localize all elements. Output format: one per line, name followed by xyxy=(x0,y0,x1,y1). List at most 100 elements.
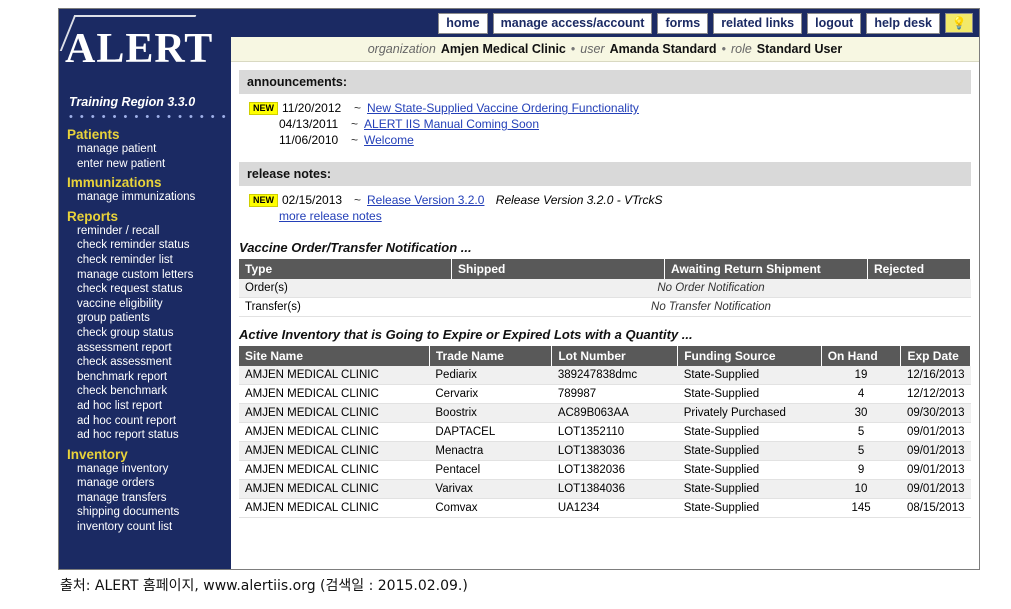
cell-site-name: AMJEN MEDICAL CLINIC xyxy=(239,422,430,442)
cell-lot-number: LOT1352110 xyxy=(551,422,678,442)
cell-trade-name: DAPTACEL xyxy=(429,422,552,442)
cell-lot-number: 789987 xyxy=(551,384,678,404)
table-row: AMJEN MEDICAL CLINIC Varivax LOT1384036 … xyxy=(239,479,971,499)
column-funding-source: Funding Source xyxy=(677,346,822,366)
column-awaiting-return-shipment: Awaiting Return Shipment xyxy=(664,259,868,279)
cell-exp-date: 12/12/2013 xyxy=(900,384,971,404)
role-value: Standard User xyxy=(756,42,843,56)
sidebar-item-benchmark-report[interactable]: benchmark report xyxy=(77,370,231,385)
announcements-panel: NEW 11/20/2012 ~ New State-Supplied Vaccine… xyxy=(239,94,971,154)
cell-on-hand: 5 xyxy=(821,441,901,461)
cell-exp-date: 09/01/2013 xyxy=(900,422,971,442)
sidebar-item-check-reminder-list[interactable]: check reminder list xyxy=(77,253,231,268)
nav-help-desk[interactable]: help desk xyxy=(866,12,940,34)
table-row: Transfer(s) No Transfer Notification xyxy=(239,297,971,317)
column-exp-date: Exp Date xyxy=(900,346,971,366)
cell-type: Order(s) xyxy=(239,279,452,298)
cell-funding-source: State-Supplied xyxy=(677,422,822,442)
sidebar: ALERT Training Region 3.3.0 • • • • • • … xyxy=(59,9,231,569)
announcement-link[interactable]: Welcome xyxy=(364,133,414,147)
sidebar-item-shipping-documents[interactable]: shipping documents xyxy=(77,505,231,520)
column-site-name: Site Name xyxy=(239,346,430,366)
context-bar: organization Amjen Medical Clinic • user… xyxy=(231,37,979,62)
column-on-hand: On Hand xyxy=(821,346,902,366)
cell-on-hand: 19 xyxy=(821,366,901,385)
nav-manage-access-account[interactable]: manage access/account xyxy=(492,12,653,34)
announcement-row: 04/13/2011 ~ ALERT IIS Manual Coming Soon xyxy=(249,116,971,132)
new-badge: NEW xyxy=(249,102,278,116)
cell-site-name: AMJEN MEDICAL CLINIC xyxy=(239,403,430,423)
sidebar-item-manage-patient[interactable]: manage patient xyxy=(77,142,231,157)
sidebar-item-manage-inventory[interactable]: manage inventory xyxy=(77,462,231,477)
sidebar-item-reminder-recall[interactable]: reminder / recall xyxy=(77,224,231,239)
cell-exp-date: 08/15/2013 xyxy=(900,498,971,518)
sidebar-item-ad-hoc-list-report[interactable]: ad hoc list report xyxy=(77,399,231,414)
separator-2: • xyxy=(721,42,726,56)
announcement-row: 11/06/2010 ~ Welcome xyxy=(249,132,971,148)
table-row: Order(s) No Order Notification xyxy=(239,279,971,298)
cell-funding-source: Privately Purchased xyxy=(677,403,822,423)
sidebar-item-manage-custom-letters[interactable]: manage custom letters xyxy=(77,268,231,283)
announcements-header: announcements: xyxy=(239,70,971,94)
sidebar-item-check-request-status[interactable]: check request status xyxy=(77,282,231,297)
logo: ALERT xyxy=(59,9,231,87)
user-label: user xyxy=(580,42,605,56)
sidebar-item-ad-hoc-count-report[interactable]: ad hoc count report xyxy=(77,414,231,429)
table-row: AMJEN MEDICAL CLINIC DAPTACEL LOT1352110… xyxy=(239,422,971,442)
logo-text: ALERT xyxy=(65,26,214,72)
order-transfer-table: Type Shipped Awaiting Return Shipment Re… xyxy=(239,259,971,317)
cell-on-hand: 4 xyxy=(821,384,901,404)
announcement-link[interactable]: ALERT IIS Manual Coming Soon xyxy=(364,117,539,131)
sidebar-item-inventory-count-list[interactable]: inventory count list xyxy=(77,520,231,535)
table-row: AMJEN MEDICAL CLINIC Comvax UA1234 State… xyxy=(239,498,971,518)
sidebar-item-assessment-report[interactable]: assessment report xyxy=(77,341,231,356)
announcement-link[interactable]: New State-Supplied Vaccine Ordering Func… xyxy=(367,101,639,115)
column-lot-number: Lot Number xyxy=(551,346,679,366)
sidebar-heading-immunizations: Immunizations xyxy=(67,175,162,191)
sidebar-item-check-reminder-status[interactable]: check reminder status xyxy=(77,238,231,253)
cell-transfer-note: No Transfer Notification xyxy=(451,297,971,317)
top-navigation: home manage access/account forms related… xyxy=(231,9,979,37)
column-rejected: Rejected xyxy=(867,259,971,279)
sidebar-item-check-group-status[interactable]: check group status xyxy=(77,326,231,341)
cell-trade-name: Cervarix xyxy=(429,384,552,404)
cell-on-hand: 10 xyxy=(821,479,901,499)
tilde-separator: ~ xyxy=(354,193,362,207)
more-release-notes-link[interactable]: more release notes xyxy=(279,209,382,223)
sidebar-item-manage-transfers[interactable]: manage transfers xyxy=(77,491,231,506)
cell-trade-name: Boostrix xyxy=(429,403,552,423)
sidebar-item-manage-orders[interactable]: manage orders xyxy=(77,476,231,491)
sidebar-item-check-assessment[interactable]: check assessment xyxy=(77,355,231,370)
nav-forms[interactable]: forms xyxy=(657,12,709,34)
table-header-row: Site Name Trade Name Lot Number Funding … xyxy=(239,346,971,366)
nav-related-links[interactable]: related links xyxy=(713,12,803,34)
cell-order-note: No Order Notification xyxy=(451,279,971,298)
sidebar-group-immunizations: Immunizations manage immunizations xyxy=(59,175,231,205)
announcement-date: 11/20/2012 xyxy=(282,101,342,115)
release-note-link[interactable]: Release Version 3.2.0 xyxy=(367,193,484,207)
column-type: Type xyxy=(239,259,452,279)
tilde-separator: ~ xyxy=(351,117,359,131)
sidebar-item-vaccine-eligibility[interactable]: vaccine eligibility xyxy=(77,297,231,312)
user-value: Amanda Standard xyxy=(609,42,717,56)
announcement-date: 04/13/2011 xyxy=(279,117,339,131)
sidebar-item-enter-new-patient[interactable]: enter new patient xyxy=(77,157,231,172)
announcement-row: NEW 11/20/2012 ~ New State-Supplied Vaccine… xyxy=(249,100,971,116)
cell-exp-date: 09/30/2013 xyxy=(900,403,971,423)
sidebar-item-check-benchmark[interactable]: check benchmark xyxy=(77,384,231,399)
release-note-row: NEW 02/15/2013 ~ Release Version 3.2.0 Rele… xyxy=(249,192,971,208)
sidebar-item-manage-immunizations[interactable]: manage immunizations xyxy=(77,190,231,205)
sidebar-item-group-patients[interactable]: group patients xyxy=(77,311,231,326)
nav-logout[interactable]: logout xyxy=(807,12,862,34)
release-notes-header: release notes: xyxy=(239,162,971,186)
cell-lot-number: LOT1382036 xyxy=(551,460,678,480)
role-label: role xyxy=(730,42,752,56)
cell-funding-source: State-Supplied xyxy=(677,366,822,385)
sidebar-item-ad-hoc-report-status[interactable]: ad hoc report status xyxy=(77,428,231,443)
source-caption: 출처: ALERT 홈페이지, www.alertiis.org (검색일 : … xyxy=(60,578,468,594)
lightbulb-icon[interactable]: 💡 xyxy=(945,13,973,33)
sidebar-group-reports: Reports reminder / recall check reminder… xyxy=(59,209,231,443)
cell-lot-number: LOT1383036 xyxy=(551,441,678,461)
cell-trade-name: Menactra xyxy=(429,441,552,461)
nav-home[interactable]: home xyxy=(438,12,488,34)
